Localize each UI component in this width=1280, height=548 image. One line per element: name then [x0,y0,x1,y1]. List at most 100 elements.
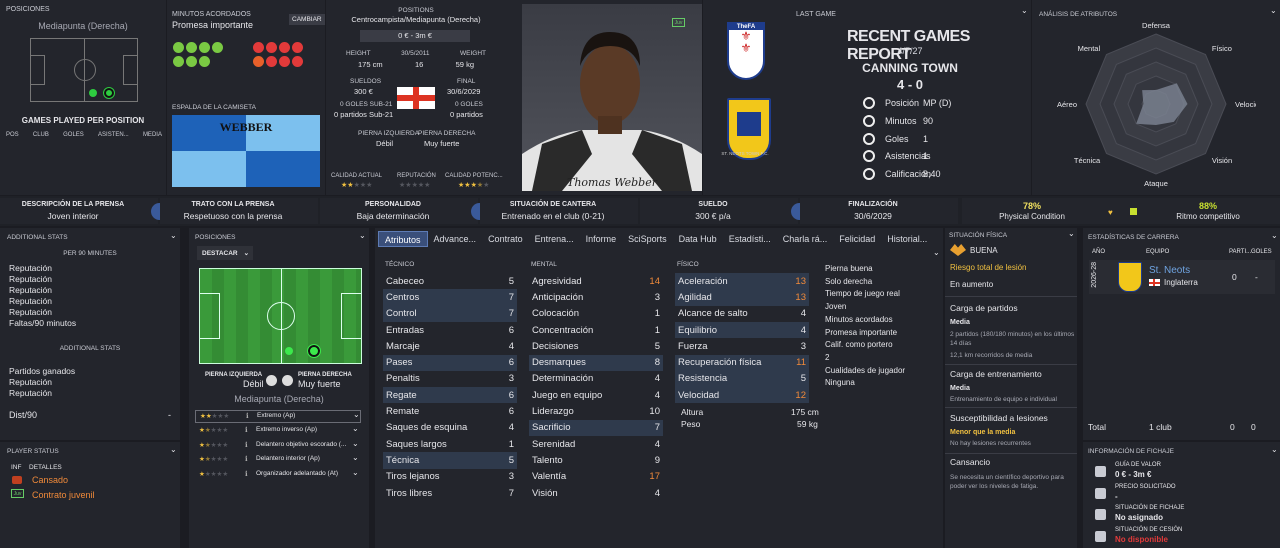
attribute-row[interactable]: Pases 6 [383,354,517,371]
chevron-down-icon[interactable]: ⌄ [1271,231,1278,240]
attribute-row[interactable]: Alcance de salto 4 [675,306,809,322]
tab-item[interactable]: Informe [580,231,623,247]
col-assists[interactable]: ASISTEN... [98,132,129,138]
highlight-select[interactable]: DESTACAR ⌄ [197,246,253,260]
chevron-down-icon[interactable]: ⌄ [352,439,359,448]
trait-icon[interactable] [279,56,290,67]
attribute-row[interactable]: Marcaje 4 [383,338,517,354]
status-tired[interactable]: Cansado [32,475,68,485]
position-dot-main[interactable] [307,344,321,358]
attribute-row[interactable]: Colocación 1 [529,306,663,322]
attribute-row[interactable]: Resistencia 5 [675,370,809,388]
tab-item[interactable]: Contrato [482,231,529,247]
chevron-down-icon[interactable]: ⌄ [170,231,177,240]
attribute-row[interactable]: Talento 9 [529,452,663,468]
trait-icon[interactable] [253,42,264,53]
attribute-row[interactable]: Sacrificio 7 [529,419,663,436]
trait-icon[interactable] [199,42,210,53]
career-team[interactable]: St. Neots [1149,265,1190,276]
attribute-row[interactable]: Recuperación física 11 [675,354,809,371]
tab-item[interactable]: Historial... [881,231,933,247]
col-apps[interactable]: PARTI... [1229,249,1251,255]
trait-icon[interactable] [253,56,264,67]
col-year[interactable]: AÑO [1092,249,1105,255]
chevron-down-icon[interactable]: ⌄ [1271,445,1278,454]
attribute-row[interactable]: Técnica 5 [383,452,517,469]
attribute-row[interactable]: Serenidad 4 [529,436,663,452]
attribute-row[interactable]: Liderazgo 10 [529,403,663,419]
positions-title[interactable]: POSICIONES [6,6,50,13]
col-team[interactable]: EQUIPO [1146,249,1169,255]
chevron-down-icon[interactable]: ⌄ [933,248,940,257]
chevron-down-icon[interactable]: ⌄ [1270,6,1277,15]
tab-item[interactable]: Felicidad [833,231,881,247]
trait-icon[interactable] [292,42,303,53]
attribute-row[interactable]: Aceleración 13 [675,273,809,290]
trait-icon[interactable] [266,56,277,67]
attribute-row[interactable]: Equilibrio 4 [675,321,809,339]
chevron-down-icon[interactable]: ⌄ [353,410,360,419]
career-row[interactable]: 2026-28 St. Neots Inglaterra 0 - [1089,260,1275,294]
attribute-row[interactable]: Remate 6 [383,403,517,419]
info-icon[interactable]: ℹ [245,441,248,449]
tab-item[interactable]: SciSports [622,231,673,247]
trait-icon[interactable] [266,42,277,53]
info-icon[interactable]: ℹ [246,412,249,420]
attribute-row[interactable]: Velocidad 12 [675,387,809,404]
change-button[interactable]: CAMBIAR [289,14,325,25]
attribute-row[interactable]: Entradas 6 [383,322,517,338]
info-icon[interactable]: ℹ [245,426,248,434]
attribute-row[interactable]: Tiros libres 7 [383,485,517,501]
role-row[interactable]: ★★★★★ ℹ Delantero objetivo escorado (... ⌄ [195,439,361,453]
tab-item[interactable]: Data Hub [673,231,723,247]
trait-icon[interactable] [292,56,303,67]
attribute-row[interactable]: Control 7 [383,305,517,322]
attribute-row[interactable]: Cabeceo 5 [383,273,517,289]
tab-item[interactable]: Charla rá... [777,231,834,247]
attribute-row[interactable]: Desmarques 8 [529,354,663,371]
trait-icon[interactable] [212,42,223,53]
attribute-row[interactable]: Saques largos 1 [383,436,517,452]
attribute-row[interactable]: Regate 6 [383,387,517,404]
role-row[interactable]: ★★★★★ ℹ Extremo inverso (Ap) ⌄ [195,424,361,438]
attribute-row[interactable]: Centros 7 [383,289,517,306]
attribute-row[interactable]: Agresividad 14 [529,273,663,289]
chevron-down-icon[interactable]: ⌄ [352,453,359,462]
role-row[interactable]: ★★★★★ ℹ Extremo (Ap) ⌄ [195,410,361,423]
col-goals[interactable]: GOLES [1251,249,1272,255]
info-icon[interactable]: ℹ [245,455,248,463]
attribute-row[interactable]: Visión 4 [529,485,663,501]
attribute-row[interactable]: Penaltis 3 [383,371,517,387]
col-details[interactable]: DETALLES [29,464,62,471]
attribute-row[interactable]: Agilidad 13 [675,289,809,306]
chevron-down-icon[interactable]: ⌄ [1021,6,1028,15]
col-inf[interactable]: INF [11,464,21,471]
trait-icon[interactable] [173,42,184,53]
tab-item[interactable]: Advance... [428,231,483,247]
info-icon[interactable]: ℹ [245,470,248,478]
tab-item[interactable]: Atributos [378,231,428,247]
attribute-row[interactable]: Juego en equipo 4 [529,387,663,403]
chevron-down-icon[interactable]: ⌄ [352,468,359,477]
trait-icon[interactable] [279,42,290,53]
chevron-down-icon[interactable]: ⌄ [359,231,366,240]
attribute-row[interactable]: Concentración 1 [529,322,663,338]
col-goals[interactable]: GOLES [63,132,84,138]
col-rating[interactable]: MEDIA [143,132,162,138]
attribute-row[interactable]: Saques de esquina 4 [383,420,517,436]
chevron-down-icon[interactable]: ⌄ [1068,229,1075,238]
attribute-row[interactable]: Determinación 4 [529,371,663,387]
trait-icon[interactable] [186,56,197,67]
tab-item[interactable]: Estadísti... [723,231,777,247]
attribute-row[interactable]: Valentía 17 [529,469,663,485]
attribute-row[interactable]: Anticipación 3 [529,289,663,305]
role-row[interactable]: ★★★★★ ℹ Organizador adelantado (At) ⌄ [195,468,361,482]
col-club[interactable]: CLUB [33,132,49,138]
role-row[interactable]: ★★★★★ ℹ Delantero interior (Ap) ⌄ [195,453,361,467]
chevron-down-icon[interactable]: ⌄ [170,445,177,454]
status-youth-contract[interactable]: Contrato juvenil [32,490,95,500]
attribute-row[interactable]: Tiros lejanos 3 [383,469,517,485]
trait-icon[interactable] [186,42,197,53]
chevron-down-icon[interactable]: ⌄ [352,424,359,433]
tab-item[interactable]: Entrena... [529,231,580,247]
